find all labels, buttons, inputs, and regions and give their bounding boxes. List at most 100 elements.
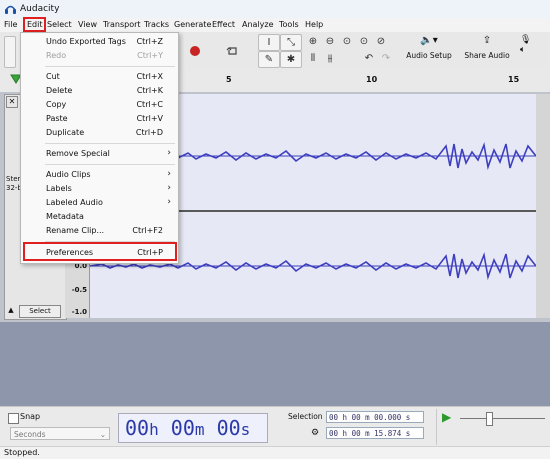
- menu-item-rename-clip[interactable]: Rename Clip... Ctrl+F2: [22, 224, 177, 238]
- status-text: Stopped.: [4, 448, 40, 457]
- fit-selection-button[interactable]: ⊙: [340, 34, 354, 49]
- redo-icon: ↷: [381, 53, 391, 64]
- meter-toolbar[interactable]: 🎙︎ 🔈︎: [520, 35, 548, 67]
- menu-separator: [45, 66, 175, 67]
- speaker-icon: 🔈▾: [420, 35, 438, 46]
- zoom-fit-icon: ⊙: [359, 36, 369, 47]
- menu-item-duplicate[interactable]: Duplicate Ctrl+D: [22, 126, 177, 140]
- menu-effect[interactable]: Effect: [212, 20, 235, 29]
- zoom-toggle-button[interactable]: ⊘: [374, 34, 388, 49]
- menu-help[interactable]: Help: [305, 20, 323, 29]
- menu-item-delete[interactable]: Delete Ctrl+K: [22, 84, 177, 98]
- chevron-right-icon: ›: [167, 183, 171, 193]
- menu-item-labeled-audio[interactable]: Labeled Audio ›: [22, 196, 177, 210]
- menu-tracks[interactable]: Tracks: [144, 20, 169, 29]
- collapse-track-icon[interactable]: ▲: [6, 306, 16, 316]
- status-bar: Stopped.: [0, 446, 550, 459]
- menu-bar: File Edit Select View Transport Tracks G…: [0, 18, 550, 32]
- time-seconds: 00: [216, 416, 241, 440]
- snap-unit-value: Seconds: [14, 430, 46, 439]
- selection-tool-button[interactable]: I: [258, 34, 280, 51]
- empty-track-area[interactable]: [0, 322, 550, 406]
- snap-checkbox[interactable]: [8, 413, 19, 424]
- menu-item-undo[interactable]: Undo Exported Tags Ctrl+Z: [22, 35, 177, 49]
- play-speed-slider-thumb[interactable]: [486, 412, 493, 426]
- toolbar-divider: [436, 409, 437, 445]
- audacity-logo-icon: [5, 5, 16, 14]
- zoom-in-icon: ⊕: [308, 36, 318, 47]
- menu-select[interactable]: Select: [47, 20, 72, 29]
- zoom-selection-icon: ⊙: [342, 36, 352, 47]
- zoom-out-icon: ⊖: [325, 36, 335, 47]
- snap-label: Snap: [20, 412, 41, 421]
- window-title: Audacity: [20, 4, 60, 14]
- menu-item-copy[interactable]: Copy Ctrl+C: [22, 98, 177, 112]
- preferences-highlight: [23, 242, 177, 261]
- time-display[interactable]: 00h 00m 00s: [118, 413, 268, 443]
- toolbar-grip[interactable]: [4, 36, 16, 68]
- share-icon: ⇪: [482, 35, 492, 46]
- snap-unit-select[interactable]: Seconds ⌄: [10, 427, 110, 440]
- draw-tool-button[interactable]: ✎: [258, 51, 280, 68]
- playback-meter-icon: 🔈︎: [520, 45, 526, 55]
- menu-item-remove-special[interactable]: Remove Special ›: [22, 147, 177, 161]
- selection-settings-icon[interactable]: ⚙: [311, 428, 319, 438]
- microphone-icon: 🎙︎: [520, 35, 532, 45]
- menu-item-paste[interactable]: Paste Ctrl+V: [22, 112, 177, 126]
- select-track-button[interactable]: Select: [19, 305, 61, 318]
- ruler-tick-5: 5: [226, 75, 232, 84]
- menu-tools[interactable]: Tools: [279, 20, 299, 29]
- menu-item-redo[interactable]: Redo Ctrl+Y: [22, 49, 177, 63]
- zoom-out-button[interactable]: ⊖: [323, 34, 337, 49]
- menu-item-audio-clips[interactable]: Audio Clips ›: [22, 168, 177, 182]
- multi-tool-button[interactable]: ✱: [280, 51, 302, 68]
- vertical-scrollbar[interactable]: [536, 94, 550, 318]
- ruler-tick-15: 15: [508, 75, 520, 84]
- time-minutes: 00: [170, 416, 195, 440]
- redo-button[interactable]: ↷: [379, 51, 393, 66]
- selection-start-field[interactable]: 00 h 00 m 00.000 s: [326, 411, 424, 423]
- silence-button[interactable]: ⫵: [323, 51, 337, 66]
- share-audio-button[interactable]: ⇪ Share Audio: [462, 35, 512, 67]
- scale-label-neg-one: -1.0: [71, 308, 87, 316]
- silence-icon: ⫵: [327, 53, 333, 64]
- chevron-right-icon: ›: [167, 148, 171, 158]
- scale-label-neg-half: -0.5: [71, 286, 87, 294]
- envelope-tool-icon: ⤡: [287, 37, 295, 48]
- audio-setup-label: Audio Setup: [406, 51, 452, 60]
- edit-menu-highlight: [23, 17, 46, 32]
- menu-item-labels[interactable]: Labels ›: [22, 182, 177, 196]
- close-track-icon[interactable]: ✕: [6, 96, 18, 108]
- asterisk-icon: ✱: [286, 54, 296, 65]
- selection-label: Selection: [288, 412, 323, 421]
- fit-project-button[interactable]: ⊙: [357, 34, 371, 49]
- menu-separator: [45, 164, 175, 165]
- chevron-right-icon: ›: [167, 169, 171, 179]
- menu-generate[interactable]: Generate: [174, 20, 211, 29]
- share-audio-label: Share Audio: [464, 51, 510, 60]
- time-minutes-unit: m: [194, 420, 205, 439]
- menu-analyze[interactable]: Analyze: [242, 20, 274, 29]
- envelope-tool-button[interactable]: ⤡: [280, 34, 302, 51]
- time-seconds-unit: s: [240, 420, 251, 439]
- play-speed-slider[interactable]: [460, 418, 545, 419]
- menu-item-cut[interactable]: Cut Ctrl+X: [22, 70, 177, 84]
- menu-transport[interactable]: Transport: [103, 20, 141, 29]
- title-bar: Audacity: [0, 0, 550, 18]
- loop-button[interactable]: [218, 41, 248, 61]
- record-icon: [190, 46, 200, 56]
- chevron-right-icon: ›: [167, 197, 171, 207]
- selection-end-field[interactable]: 00 h 00 m 15.874 s: [326, 427, 424, 439]
- play-at-speed-icon[interactable]: ▶: [442, 410, 451, 424]
- menu-item-metadata[interactable]: Metadata: [22, 210, 177, 224]
- undo-button[interactable]: ↶: [362, 51, 376, 66]
- record-button[interactable]: [180, 41, 210, 61]
- trim-button[interactable]: ⫴: [306, 51, 320, 66]
- pencil-icon: ✎: [264, 54, 274, 65]
- ruler-tick-10: 10: [366, 75, 378, 84]
- zoom-in-button[interactable]: ⊕: [306, 34, 320, 49]
- menu-file[interactable]: File: [4, 20, 17, 29]
- audio-setup-button[interactable]: 🔈▾ Audio Setup: [405, 35, 453, 67]
- menu-view[interactable]: View: [78, 20, 97, 29]
- bottom-toolbar: Snap Seconds ⌄ 00h 00m 00s Selection ⚙ 0…: [0, 406, 550, 447]
